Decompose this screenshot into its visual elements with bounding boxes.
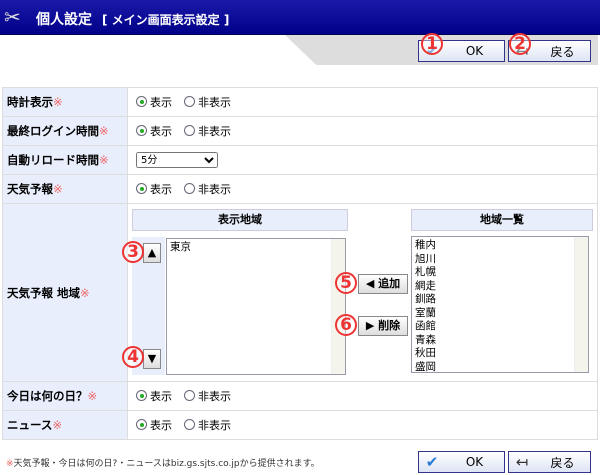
list-item[interactable]: 旭川	[415, 253, 585, 267]
scrollbar[interactable]	[574, 237, 588, 372]
annotation-1: 1	[421, 33, 443, 55]
table-row: 時計表示※ 表示 非表示	[2, 87, 598, 117]
radio-hide[interactable]: 非表示	[184, 94, 231, 110]
table-row: 天気予報 地域※ 表示地域 ▲ ▼ 東京 ◀ 追加 ▶ 削除 地域一覧 稚内 旭川…	[2, 203, 598, 382]
table-row: 自動リロード時間※ 5分	[2, 145, 598, 175]
radio-hide[interactable]: 非表示	[184, 123, 231, 139]
back-arrow-icon: ↤	[515, 453, 529, 471]
table-row: 天気予報※ 表示 非表示	[2, 174, 598, 204]
list-item[interactable]: 釧路	[415, 293, 585, 307]
region-list-header: 地域一覧	[411, 209, 593, 231]
reload-interval-select[interactable]: 5分	[136, 152, 218, 168]
back-button-bottom[interactable]: ↤ 戻る	[508, 451, 591, 473]
table-row: 最終ログイン時間※ 表示 非表示	[2, 116, 598, 146]
remove-button[interactable]: ▶ 削除	[358, 316, 408, 336]
list-item[interactable]: 東京	[170, 241, 342, 255]
annotation-4: 4	[122, 346, 144, 368]
ok-button-bottom[interactable]: ✔ OK	[418, 451, 505, 473]
radio-show[interactable]: 表示	[136, 181, 172, 197]
radio-show[interactable]: 表示	[136, 123, 172, 139]
list-item[interactable]: 札幌	[415, 266, 585, 280]
annotation-6: 6	[335, 314, 357, 336]
check-icon: ✔	[425, 453, 439, 471]
list-item[interactable]: 青森	[415, 334, 585, 348]
display-area-header: 表示地域	[132, 209, 348, 231]
list-item[interactable]: 秋田	[415, 347, 585, 361]
scrollbar[interactable]	[331, 239, 345, 374]
list-item[interactable]: 室蘭	[415, 307, 585, 321]
radio-hide[interactable]: 非表示	[184, 417, 231, 433]
settings-table: 時計表示※ 表示 非表示 最終ログイン時間※ 表示 非表示 自動リロード時間※ 5分…	[2, 87, 598, 440]
radio-hide[interactable]: 非表示	[184, 388, 231, 404]
list-item[interactable]: 稚内	[415, 239, 585, 253]
table-row: 今日は何の日？※ 表示 非表示	[2, 381, 598, 411]
page-subtitle: [ メイン画面表示設定 ]	[102, 13, 230, 27]
tools-icon: ✂	[4, 5, 21, 29]
annotation-2: 2	[509, 33, 531, 55]
page-title: 個人設定	[36, 12, 92, 28]
footer-note: ※天気予報・今日は何の日?・ニュースはbiz.gs.sjts.co.jpから提供…	[6, 459, 320, 469]
radio-show[interactable]: 表示	[136, 388, 172, 404]
list-item[interactable]: 網走	[415, 280, 585, 294]
annotation-5: 5	[335, 272, 357, 294]
table-row: ニュース※ 表示 非表示	[2, 410, 598, 440]
list-item[interactable]: 函館	[415, 320, 585, 334]
radio-hide[interactable]: 非表示	[184, 181, 231, 197]
radio-show[interactable]: 表示	[136, 417, 172, 433]
title-bar: ✂ 個人設定 [ メイン画面表示設定 ]	[0, 0, 600, 35]
move-down-button[interactable]: ▼	[143, 349, 161, 369]
display-area-listbox[interactable]: 東京	[166, 238, 346, 375]
move-up-button[interactable]: ▲	[143, 243, 161, 263]
list-item[interactable]: 盛岡	[415, 361, 585, 375]
annotation-3: 3	[122, 241, 144, 263]
radio-show[interactable]: 表示	[136, 94, 172, 110]
add-button[interactable]: ◀ 追加	[358, 274, 408, 294]
region-listbox[interactable]: 稚内 旭川 札幌 網走 釧路 室蘭 函館 青森 秋田 盛岡	[411, 236, 589, 373]
